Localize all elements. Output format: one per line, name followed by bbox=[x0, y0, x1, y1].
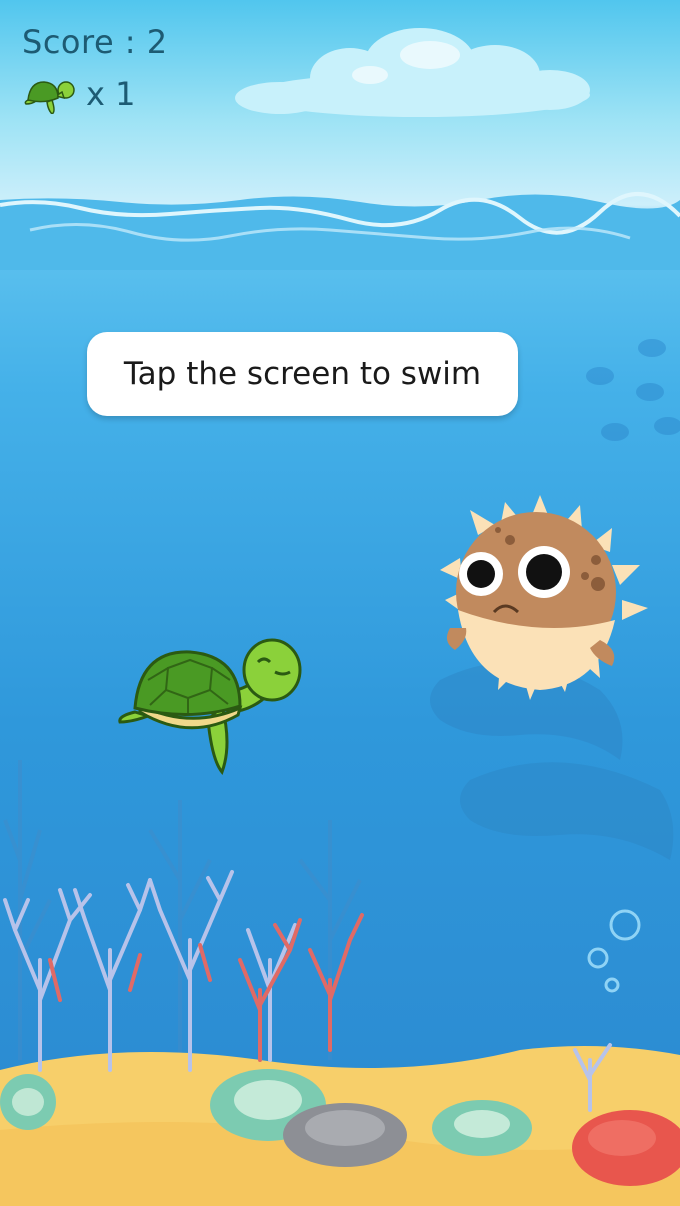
tap-to-swim-hint: Tap the screen to swim bbox=[87, 332, 518, 416]
game-canvas[interactable]: Score : 2 x 1 Tap the screen to swim bbox=[0, 0, 680, 1206]
score-label: Score : 2 bbox=[22, 23, 168, 61]
water-surface bbox=[0, 191, 680, 270]
sea-anemone-right bbox=[432, 1100, 532, 1156]
lives-counter: x 1 bbox=[22, 74, 168, 115]
lives-count: x 1 bbox=[86, 75, 136, 113]
background-coral bbox=[3, 760, 362, 1060]
cloud bbox=[235, 28, 590, 117]
fish-school bbox=[586, 339, 680, 441]
game-scene bbox=[0, 28, 680, 1206]
hud: Score : 2 x 1 bbox=[22, 22, 168, 115]
hint-text: Tap the screen to swim bbox=[123, 356, 482, 392]
rock bbox=[283, 1103, 407, 1167]
bubbles bbox=[587, 909, 641, 993]
dolphin-silhouette bbox=[430, 662, 674, 860]
player-turtle bbox=[118, 638, 302, 775]
turtle-icon bbox=[22, 74, 78, 115]
sea-anemone-left bbox=[0, 1074, 56, 1130]
